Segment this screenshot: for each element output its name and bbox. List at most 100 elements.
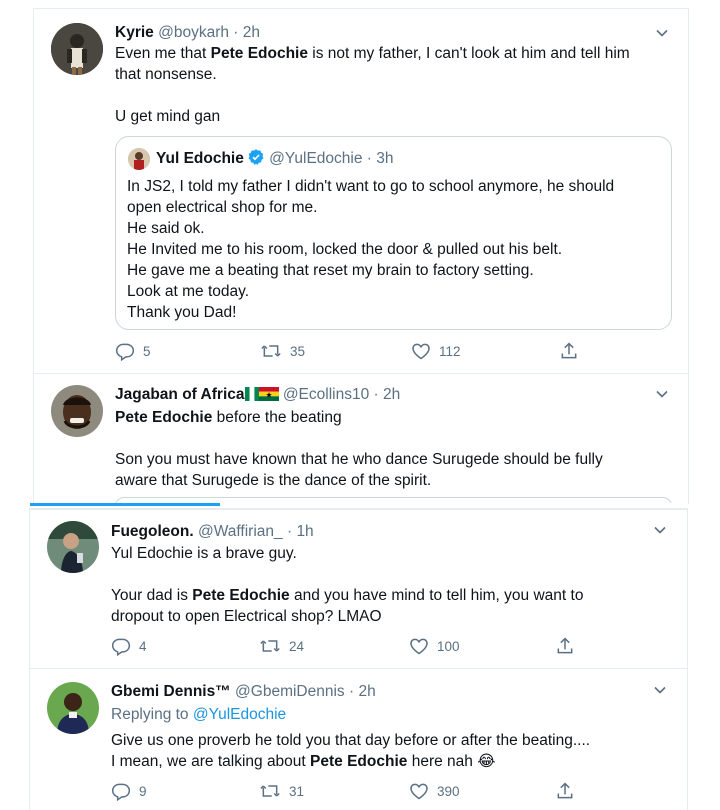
retweet-icon [260, 640, 280, 652]
reply-button[interactable]: 9 [111, 781, 147, 801]
loading-progress-bar [30, 503, 220, 506]
text-segment: is not my father, I can't look at him an… [307, 45, 630, 62]
tweet-actions: 5 35 112 [115, 341, 585, 363]
retweet-count: 24 [289, 638, 305, 654]
author-name[interactable]: Kyrie [115, 24, 154, 41]
chevron-down-icon[interactable] [652, 522, 668, 538]
quoted-text-line: He Invited me to his room, locked the do… [127, 241, 563, 258]
tweet-text: I mean, we are talking about Pete Edochi… [111, 751, 495, 772]
avatar-gbemi[interactable] [47, 682, 99, 734]
text-bold: Pete Edochie [310, 753, 408, 770]
quoted-text-line: Look at me today. [127, 283, 250, 300]
quoted-text-line: He said ok. [127, 220, 205, 237]
ghana-flag-icon [258, 387, 279, 401]
avatar-jagaban[interactable] [51, 385, 103, 437]
text-bold: Pete Edochie [192, 587, 290, 604]
quoted-avatar [128, 148, 150, 170]
retweet-count: 31 [289, 783, 305, 799]
tweet-text-line: Give us one proverb he told you that day… [111, 732, 591, 749]
retweet-icon [260, 785, 280, 797]
tweet-text: Pete Edochie before the beating [115, 407, 342, 428]
chevron-down-icon[interactable] [654, 25, 670, 41]
author-name[interactable]: Gbemi Dennis™ [111, 683, 231, 700]
reply-count: 5 [143, 343, 151, 359]
nigeria-flag-icon [244, 387, 259, 401]
dot-separator: · [233, 24, 239, 41]
tweet-text-line: Yul Edochie is a brave guy. [111, 545, 297, 562]
share-icon [561, 342, 577, 359]
author-handle[interactable]: @Ecollins10 [283, 386, 369, 403]
reply-icon [115, 343, 135, 361]
text-segment: before the beating [212, 409, 342, 426]
laughing-emoji: 😂 [477, 753, 496, 770]
author-handle[interactable]: @Waffirian_ [198, 523, 283, 540]
dot-separator: · [348, 683, 355, 700]
replying-to: Replying to @YulEdochie [111, 704, 286, 725]
reply-count: 4 [139, 638, 147, 654]
dot-separator: · [373, 386, 379, 403]
quoted-text-line: Thank you Dad! [127, 304, 237, 321]
tweet-header: Gbemi Dennis™ @GbemiDennis · 2h [111, 681, 376, 702]
reply-icon [111, 638, 131, 656]
avatar-fuegoleon[interactable] [47, 521, 99, 573]
tweet-header: Jagaban of Africa @Ecollins10 · 2h [115, 384, 400, 405]
tweet-time[interactable]: 2h [243, 24, 260, 41]
like-icon [410, 638, 428, 655]
retweet-icon [261, 345, 281, 357]
verified-badge-icon [248, 149, 264, 165]
tweet-text: Even me that Pete Edochie is not my fath… [115, 43, 630, 64]
quoted-text-line: In JS2, I told my father I didn't want t… [127, 178, 615, 195]
quoted-text-line: He gave me a beating that reset my brain… [127, 262, 534, 279]
chevron-down-icon[interactable] [652, 682, 668, 698]
replying-prefix: Replying to [111, 706, 193, 723]
reply-button[interactable]: 4 [111, 636, 147, 656]
share-button[interactable] [559, 341, 579, 361]
tweet-header: Fuegoleon. @Waffirian_ · 1h [111, 521, 314, 542]
retweet-button[interactable]: 35 [260, 341, 305, 361]
retweet-button[interactable]: 31 [259, 781, 304, 801]
like-button[interactable]: 390 [409, 781, 460, 801]
reply-button[interactable]: 5 [115, 341, 151, 361]
tweet-text-line: Son you must have known that he who danc… [115, 451, 603, 468]
dot-separator: · [366, 150, 372, 167]
share-icon [557, 782, 573, 799]
quoted-text-line: open electrical shop for me. [127, 199, 318, 216]
tweet-text-line: dropout to open Electrical shop? LMAO [111, 608, 382, 625]
like-button[interactable]: 100 [409, 636, 460, 656]
author-name[interactable]: Jagaban of Africa [115, 386, 245, 403]
author-handle[interactable]: @boykarh [158, 24, 229, 41]
like-button[interactable]: 112 [411, 341, 461, 361]
text-segment: I mean, we are talking about [111, 753, 311, 770]
text-segment: here nah [407, 753, 478, 770]
reply-icon [111, 783, 131, 801]
tweet-text-line: aware that Surugede is the dance of the … [115, 472, 432, 489]
share-button[interactable] [555, 636, 575, 656]
quoted-author-name: Yul Edochie [156, 150, 244, 167]
retweet-button[interactable]: 24 [259, 636, 304, 656]
text-segment: Even me that [115, 45, 211, 62]
text-segment: Your dad is [111, 587, 193, 604]
avatar-kyrie[interactable] [51, 23, 103, 75]
quoted-header: Yul Edochie @YulEdochie · 3h [156, 148, 394, 169]
share-button[interactable] [555, 781, 575, 801]
tweet-text-line: that nonsense. [115, 66, 217, 83]
retweet-count: 35 [290, 343, 306, 359]
tweet-time[interactable]: 2h [358, 683, 375, 700]
quoted-time: 3h [376, 150, 394, 167]
tweet-time[interactable]: 2h [383, 386, 400, 403]
reply-count: 9 [139, 783, 147, 799]
quoted-author-handle: @YulEdochie [269, 150, 363, 167]
tweet-text-line: U get mind gan [115, 108, 221, 125]
chevron-down-icon[interactable] [654, 386, 670, 402]
dot-separator: · [286, 523, 293, 540]
tweet-time[interactable]: 1h [296, 523, 313, 540]
text-bold: Pete Edochie [115, 409, 213, 426]
tweet-text: Your dad is Pete Edochie and you have mi… [111, 585, 583, 606]
text-bold: Pete Edochie [210, 45, 308, 62]
tweet-actions: 4 24 100 [111, 636, 581, 658]
author-handle[interactable]: @GbemiDennis [235, 683, 345, 700]
author-name[interactable]: Fuegoleon. [111, 523, 194, 540]
like-icon [412, 343, 430, 360]
replying-to-link[interactable]: @YulEdochie [193, 706, 286, 723]
share-icon [557, 637, 573, 654]
